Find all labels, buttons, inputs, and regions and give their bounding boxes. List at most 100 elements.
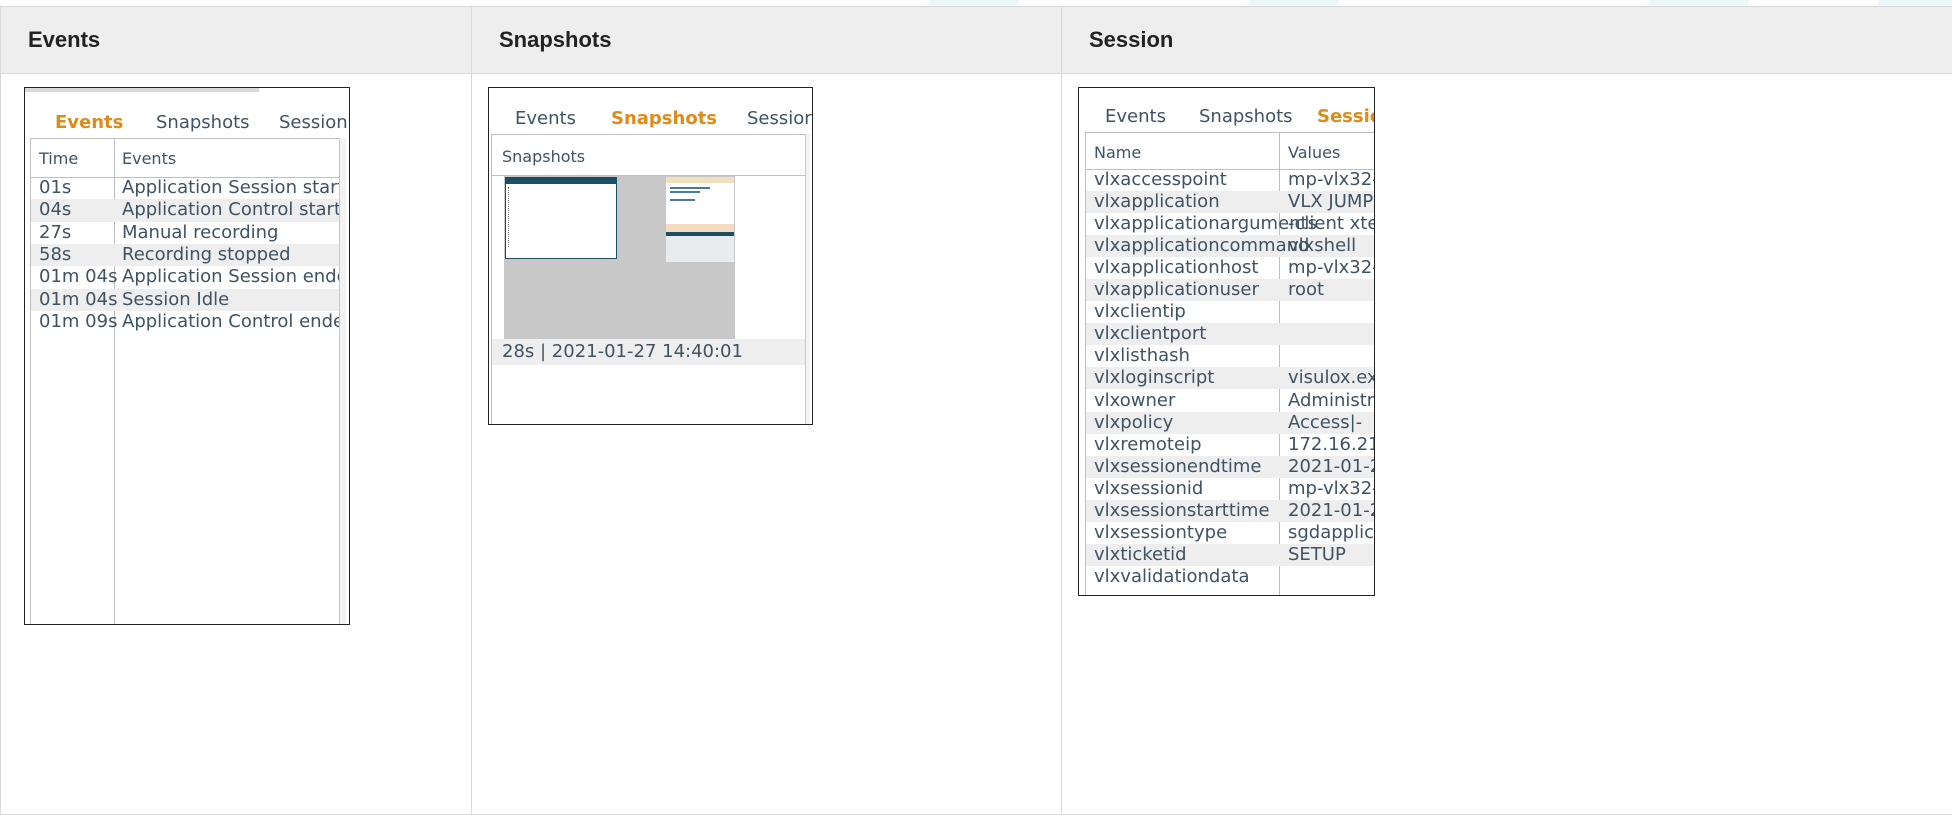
property-value: 172.16.21.59 — [1288, 434, 1375, 456]
snapshot-caption-row[interactable]: 28s | 2021-01-27 14:40:01 — [492, 339, 805, 365]
tab-session[interactable]: Sessior — [747, 108, 812, 129]
column-header-events: Events — [1, 7, 472, 74]
session-table: Name Values vlxaccesspoint mp-vlx32-ol7.t… — [1085, 132, 1375, 596]
snapshots-cell: Events Snapshots Sessior Snapshots — [472, 74, 1062, 815]
scrollbar[interactable] — [339, 138, 346, 624]
table-row[interactable]: vlxapplication VLX JUMP SHELL — [1086, 191, 1375, 213]
event-description: Session Idle — [122, 289, 229, 311]
tab-snapshots[interactable]: Snapshots — [156, 112, 250, 133]
table-row[interactable]: vlxclientport — [1086, 323, 1375, 345]
header-events: Events — [122, 149, 176, 168]
tab-session[interactable]: Session — [279, 112, 348, 133]
property-value: Access|- — [1288, 412, 1362, 434]
table-row[interactable]: 01m 09sApplication Control ended — [31, 311, 340, 333]
table-row[interactable]: vlxsessiontypesgdapplication — [1086, 522, 1375, 544]
property-name: vlxremoteip — [1094, 434, 1202, 456]
property-value: mp-vlx32-ol7.tb — [1288, 478, 1375, 500]
table-row[interactable]: vlxownerAdministrator — [1086, 390, 1375, 412]
table-row[interactable]: vlxapplicationhost mp-vlx32-ol7.tb — [1086, 257, 1375, 279]
event-time: 01m 04s — [39, 289, 117, 311]
event-description: Application Session started — [122, 177, 340, 199]
table-row[interactable]: 01sApplication Session started — [31, 177, 340, 199]
property-name: vlxapplicationuser — [1094, 279, 1259, 301]
table-row[interactable]: vlxlisthash — [1086, 345, 1375, 367]
property-value: SETUP — [1288, 544, 1346, 566]
property-name: vlxsessionstarttime — [1094, 500, 1270, 522]
event-time: 01m 04s — [39, 266, 117, 288]
documentation-table: Events Snapshots Session Events Snapshot… — [0, 6, 1952, 815]
header-time: Time — [39, 149, 78, 168]
column-header-snapshots: Snapshots — [472, 7, 1062, 74]
events-table: Time Events 01sApplication Session start… — [30, 138, 341, 625]
table-row[interactable]: vlxapplicationarguments-client xterm — [1086, 213, 1375, 235]
property-name: vlxapplication — [1094, 191, 1220, 213]
property-name: vlxclientport — [1094, 323, 1206, 345]
property-value: root — [1288, 279, 1324, 301]
thumbnail-terminal-window — [505, 177, 617, 259]
property-value: mp-vlx32-ol7.tb — [1288, 169, 1375, 191]
thumbnail-panel — [666, 232, 734, 262]
table-header: Name Values — [1086, 133, 1375, 170]
snapshots-header-label: Snapshots — [502, 147, 585, 166]
property-value: mp-vlx32-ol7.tb — [1288, 257, 1375, 279]
property-name: vlxsessionid — [1094, 478, 1203, 500]
snapshot-thumbnail[interactable] — [504, 176, 735, 339]
tab-snapshots[interactable]: Snapshots — [1199, 106, 1293, 127]
property-name: vlxapplicationarguments — [1094, 213, 1317, 235]
event-time: 58s — [39, 244, 71, 266]
table-header: Time Events — [31, 139, 340, 178]
tab-snapshots[interactable]: Snapshots — [611, 108, 717, 129]
property-name: vlxsessionendtime — [1094, 456, 1262, 478]
event-description: Application Control ended — [122, 311, 340, 333]
table-row[interactable]: vlxpolicyAccess|- — [1086, 412, 1375, 434]
top-bar — [25, 88, 259, 92]
session-cell: Events Snapshots Session Name Values vlx… — [1062, 74, 1952, 815]
event-description: Application Session ended — [122, 266, 340, 288]
table-row[interactable]: 01m 04sSession Idle — [31, 289, 340, 311]
event-time: 27s — [39, 222, 71, 244]
events-screenshot: Events Snapshots Session Time Events 01s… — [24, 87, 350, 625]
property-value: visulox.exp — [1288, 367, 1375, 389]
session-screenshot: Events Snapshots Session Name Values vlx… — [1078, 87, 1375, 596]
snapshot-caption: 28s | 2021-01-27 14:40:01 — [502, 341, 743, 362]
property-value: vlxshell — [1288, 235, 1356, 257]
tab-events[interactable]: Events — [55, 112, 123, 133]
property-name: vlxclientip — [1094, 301, 1186, 323]
property-name: vlxowner — [1094, 390, 1175, 412]
table-row[interactable]: vlxclientip — [1086, 301, 1375, 323]
table-row[interactable]: 58s Recording stopped — [31, 244, 340, 266]
event-time: 01m 09s — [39, 311, 117, 333]
table-row[interactable]: vlxsessionendtime2021-01-27 14:4 — [1086, 456, 1375, 478]
table-row[interactable]: vlxvalidationdata — [1086, 566, 1375, 588]
property-name: vlxloginscript — [1094, 367, 1214, 389]
property-value: VLX JUMP SHELL — [1288, 191, 1375, 213]
property-name: vlxaccesspoint — [1094, 169, 1227, 191]
table-row[interactable]: vlxaccesspoint mp-vlx32-ol7.tb — [1086, 169, 1375, 191]
column-header-session: Session — [1062, 7, 1952, 74]
property-name: vlxticketid — [1094, 544, 1187, 566]
tab-events[interactable]: Events — [1105, 106, 1166, 127]
event-description: Recording stopped — [122, 244, 291, 266]
header-name: Name — [1094, 143, 1141, 162]
scrollbar[interactable] — [805, 134, 810, 424]
table-row[interactable]: vlxapplicationuser root — [1086, 279, 1375, 301]
event-description: Manual recording — [122, 222, 278, 244]
table-row[interactable]: vlxloginscript visulox.exp — [1086, 367, 1375, 389]
property-name: vlxvalidationdata — [1094, 566, 1249, 588]
snapshots-header: Snapshots — [492, 135, 805, 176]
property-name: vlxapplicationhost — [1094, 257, 1258, 279]
table-row[interactable]: 27s Manual recording — [31, 222, 340, 244]
tab-session[interactable]: Session — [1317, 106, 1375, 127]
tab-events[interactable]: Events — [515, 108, 576, 129]
table-row[interactable]: 04sApplication Control started — [31, 199, 340, 221]
header-values: Values — [1288, 143, 1340, 162]
table-row[interactable]: vlxapplicationcommandvlxshell — [1086, 235, 1375, 257]
table-row[interactable]: vlxticketid SETUP — [1086, 544, 1375, 566]
table-row[interactable]: vlxsessionid mp-vlx32-ol7.tb — [1086, 478, 1375, 500]
table-row[interactable]: vlxsessionstarttime2021-01-27 14:3 — [1086, 500, 1375, 522]
table-row[interactable]: vlxremoteip 172.16.21.59 — [1086, 434, 1375, 456]
table-row[interactable]: 01m 04sApplication Session ended — [31, 266, 340, 288]
event-description: Application Control started — [122, 199, 340, 221]
property-value: sgdapplication — [1288, 522, 1375, 544]
snapshots-screenshot: Events Snapshots Sessior Snapshots — [488, 87, 813, 425]
